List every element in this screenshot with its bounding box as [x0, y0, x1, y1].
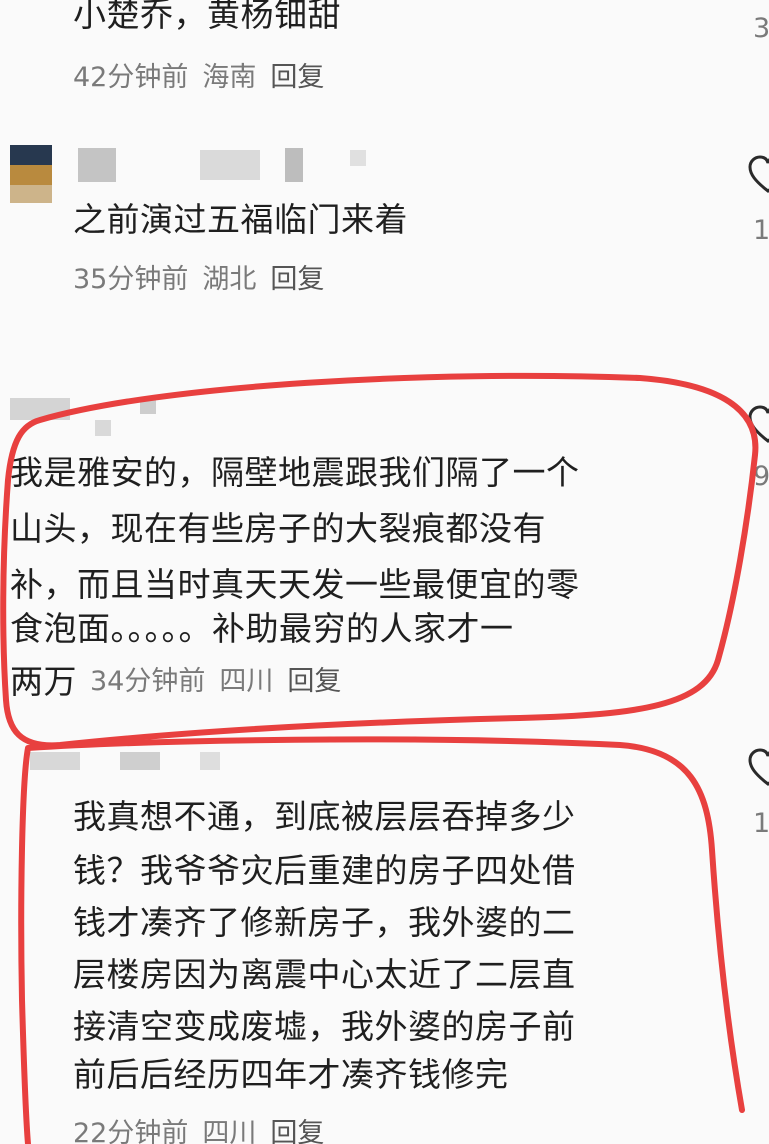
comment-3-text-line-4: 食泡面。。。。。补助最穷的人家才一 [10, 609, 514, 648]
comment-4-text-line-3: 钱才凑齐了修新房子，我外婆的二 [73, 903, 576, 942]
comment-2-like-icon[interactable] [747, 155, 769, 195]
comment-4-text-line-5: 接清空变成废墟，我外婆的房子前 [73, 1007, 576, 1046]
comment-1-like-count: 3 [753, 15, 769, 42]
comment-4-text-line-2: 钱？我爷爷灾后重建的房子四处借 [73, 851, 576, 890]
comment-4-location: 四川 [202, 1118, 257, 1144]
comment-list-screen: 小楚乔，黄杨钿甜 42分钟前 海南 回复 3 之前演过五福临门来着 35分钟前 湖北回… [0, 0, 769, 1144]
comment-2-location: 湖北 [202, 264, 257, 295]
comment-2-time: 35分钟前 [73, 264, 189, 295]
comment-4-like-count: 12 [753, 810, 769, 837]
comment-3-location: 四川 [219, 666, 274, 697]
comment-1-meta: 42分钟前 海南 回复 [73, 64, 338, 91]
comment-4-reply-button[interactable]: 回复 [270, 1120, 324, 1144]
comment-4-meta: 22分钟前 四川 回复 [73, 1120, 338, 1144]
comment-3-text-line-5: 两万 [10, 662, 77, 701]
comment-3-reply-button[interactable]: 回复 [287, 668, 341, 695]
comment-3-meta: 34分钟前 四川 回复 [90, 668, 355, 695]
comment-3-time: 34分钟前 [90, 666, 206, 697]
comment-4-text-line-4: 层楼房因为离震中心太近了二层直 [73, 955, 576, 994]
comment-1-text: 小楚乔，黄杨钿甜 [73, 0, 341, 34]
comment-2-avatar[interactable] [10, 145, 52, 203]
comment-3-text-line-2: 山头，现在有些房子的大裂痕都没有 [10, 509, 546, 548]
comment-4-time: 22分钟前 [73, 1118, 189, 1144]
comment-1-time: 42分钟前 [73, 62, 189, 93]
comment-3-like-count: 9 [753, 463, 769, 490]
comment-2-reply-button[interactable]: 回复 [270, 266, 324, 293]
comment-4-like-icon[interactable] [747, 748, 769, 788]
comment-4-text-line-1: 我真想不通，到底被层层吞掉多少 [73, 797, 576, 836]
comment-2-like-count: 1 [753, 217, 769, 244]
comment-3-text-line-1: 我是雅安的，隔壁地震跟我们隔了一个 [10, 453, 580, 492]
comment-2-meta: 35分钟前 湖北 回复 [73, 266, 338, 293]
comment-4-text-line-6: 前后后经历四年才凑齐钱修完 [73, 1055, 509, 1094]
comment-1-reply-button[interactable]: 回复 [270, 64, 324, 91]
comment-2-text: 之前演过五福临门来着 [73, 200, 408, 239]
comment-3-like-icon[interactable] [747, 405, 769, 445]
comment-3-text-line-3: 补，而且当时真天天发一些最便宜的零 [10, 565, 580, 604]
comment-1-location: 海南 [202, 62, 257, 93]
